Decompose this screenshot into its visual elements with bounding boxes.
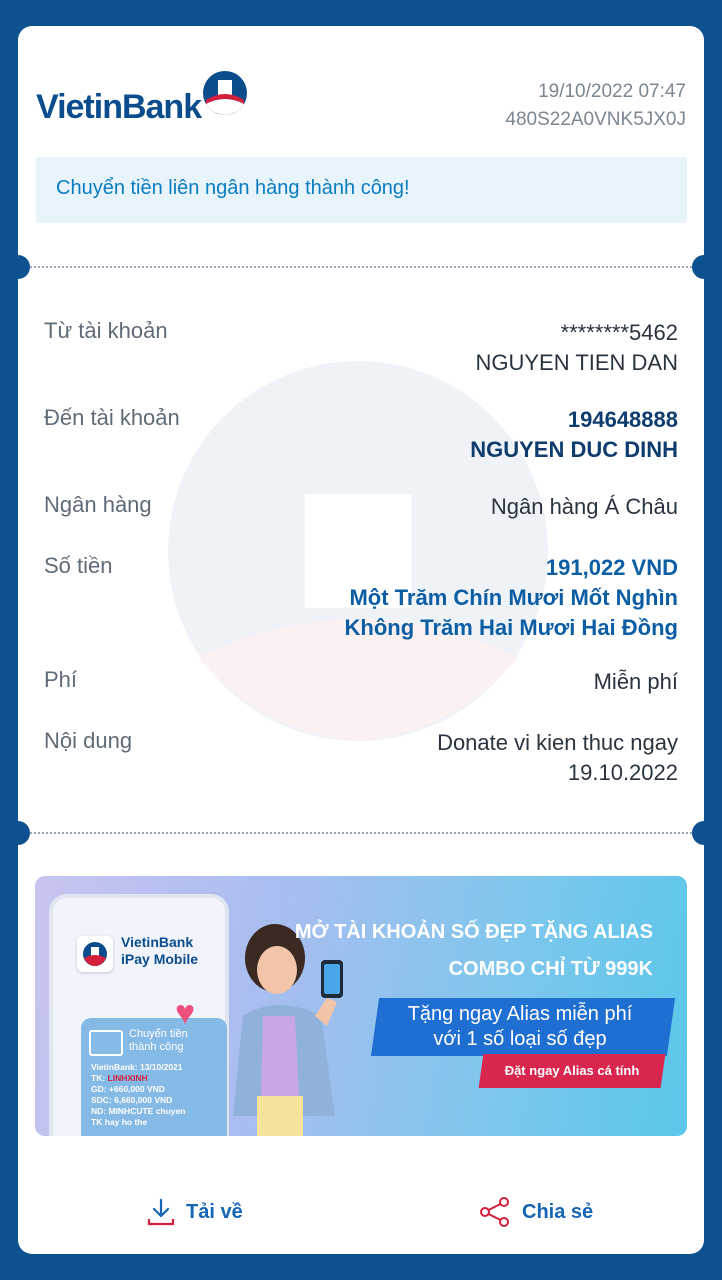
amount-value: 191,022 VND <box>545 555 678 580</box>
transaction-reference: 480S22A0VNK5JX0J <box>505 109 686 130</box>
amount-words-line-2: Không Trăm Hai Mươi Hai Đồng <box>344 615 678 640</box>
vietinbank-logo: VietinBank <box>36 70 251 130</box>
sms-line-4: SDC: 6,660,000 VND <box>91 1095 173 1105</box>
logo-mark-icon <box>203 71 247 115</box>
download-label[interactable]: Tải về <box>186 1201 243 1224</box>
to-account-number: 194648888 <box>567 407 678 432</box>
download-icon <box>147 1198 175 1226</box>
promo-headline: MỞ TÀI KHOẢN SỐ ĐẸP TẶNG ALIAS COMBO CHỈ… <box>295 914 653 988</box>
status-banner: Chuyển tiền liên ngân hàng thành công! <box>36 157 687 223</box>
promo-offer-text: Tặng ngay Alias miễn phí với 1 số loại s… <box>375 1002 665 1052</box>
sms-title-line-2: thành công <box>129 1041 184 1053</box>
receipt-card: VietinBank 19/10/2022 07:47 480S22A0VNK5… <box>18 26 704 1254</box>
sms-line-5: ND: MINHCUTE chuyen <box>91 1106 186 1116</box>
transaction-datetime: 19/10/2022 07:47 <box>538 81 686 102</box>
ipay-title-line-2: iPay Mobile <box>121 951 199 967</box>
ipay-title-line-1: VietinBank <box>121 934 194 950</box>
share-label[interactable]: Chia sẻ <box>522 1201 593 1224</box>
sms-line-2-prefix: TK: <box>91 1073 108 1083</box>
notch-right-bottom <box>692 821 704 845</box>
from-account-name: NGUYEN TIEN DAN <box>475 350 678 375</box>
label-fee: Phí <box>44 667 78 692</box>
to-account-name: NGUYEN DUC DINH <box>470 437 678 462</box>
download-button[interactable]: Tải về <box>146 1194 243 1230</box>
amount-words-line-1: Một Trăm Chín Mươi Mốt Nghìn <box>349 585 678 610</box>
promo-headline-line-1: MỞ TÀI KHOẢN SỐ ĐẸP TẶNG ALIAS <box>294 921 653 943</box>
ipay-title: VietinBank iPay Mobile <box>121 934 198 968</box>
share-icon <box>480 1197 509 1227</box>
sms-line-3: GD: +660,000 VND <box>91 1084 165 1094</box>
notch-left-bottom <box>18 821 30 845</box>
value-from-account: ********5462 NGUYEN TIEN DAN <box>475 318 678 378</box>
label-amount: Số tiền <box>44 553 113 578</box>
share-button[interactable]: Chia sẻ <box>478 1194 593 1230</box>
promo-phone-illustration: VietinBank iPay Mobile Chuyển tiền thành… <box>49 894 229 1136</box>
label-content: Nội dung <box>44 728 133 753</box>
from-account-number: ********5462 <box>560 320 678 345</box>
promo-offer-line-2: với 1 số loại số đẹp <box>433 1028 607 1050</box>
value-fee: Miễn phí <box>593 669 678 694</box>
promo-offer-line-1: Tặng ngay Alias miễn phí <box>407 1003 633 1025</box>
value-amount: 191,022 VND Một Trăm Chín Mươi Mốt Nghìn… <box>345 553 678 643</box>
transaction-meta: 19/10/2022 07:47 480S22A0VNK5JX0J <box>505 78 686 134</box>
notch-right-top <box>692 255 704 279</box>
logo-text: VietinBank <box>36 88 202 126</box>
sms-line-1: VietinBank: 13/10/2021 <box>91 1062 183 1072</box>
promo-headline-line-2: COMBO CHỈ TỪ 999K <box>448 958 653 980</box>
sms-line-6: TK hay ho the <box>91 1117 148 1127</box>
promo-cta-label[interactable]: Đặt ngay Alias cá tính <box>481 1063 663 1078</box>
promo-banner[interactable]: VietinBank iPay Mobile Chuyển tiền thành… <box>35 876 687 1136</box>
sms-line-2: TK: LINHXINH <box>91 1073 185 1084</box>
content-line-2: 19.10.2022 <box>567 760 678 785</box>
ipay-logo-icon <box>77 936 113 972</box>
status-message: Chuyển tiền liên ngân hàng thành công! <box>56 177 410 199</box>
divider-bottom <box>18 832 704 834</box>
label-from-account: Từ tài khoản <box>44 318 168 343</box>
sms-body: VietinBank: 13/10/2021 TK: LINHXINH GD: … <box>91 1062 185 1128</box>
heart-icon: ♥ <box>175 994 196 1032</box>
label-bank: Ngân hàng <box>44 492 152 517</box>
value-bank: Ngân hàng Á Châu <box>490 494 678 519</box>
divider-top <box>18 266 704 268</box>
label-to-account: Đến tài khoản <box>44 405 180 430</box>
notch-left-top <box>18 255 30 279</box>
content-line-1: Donate vi kien thuc ngay <box>437 730 678 755</box>
envelope-icon <box>89 1030 123 1056</box>
sms-line-2-value: LINHXINH <box>107 1073 148 1083</box>
value-to-account: 194648888 NGUYEN DUC DINH <box>470 405 678 465</box>
value-content: Donate vi kien thuc ngay 19.10.2022 <box>437 728 678 788</box>
